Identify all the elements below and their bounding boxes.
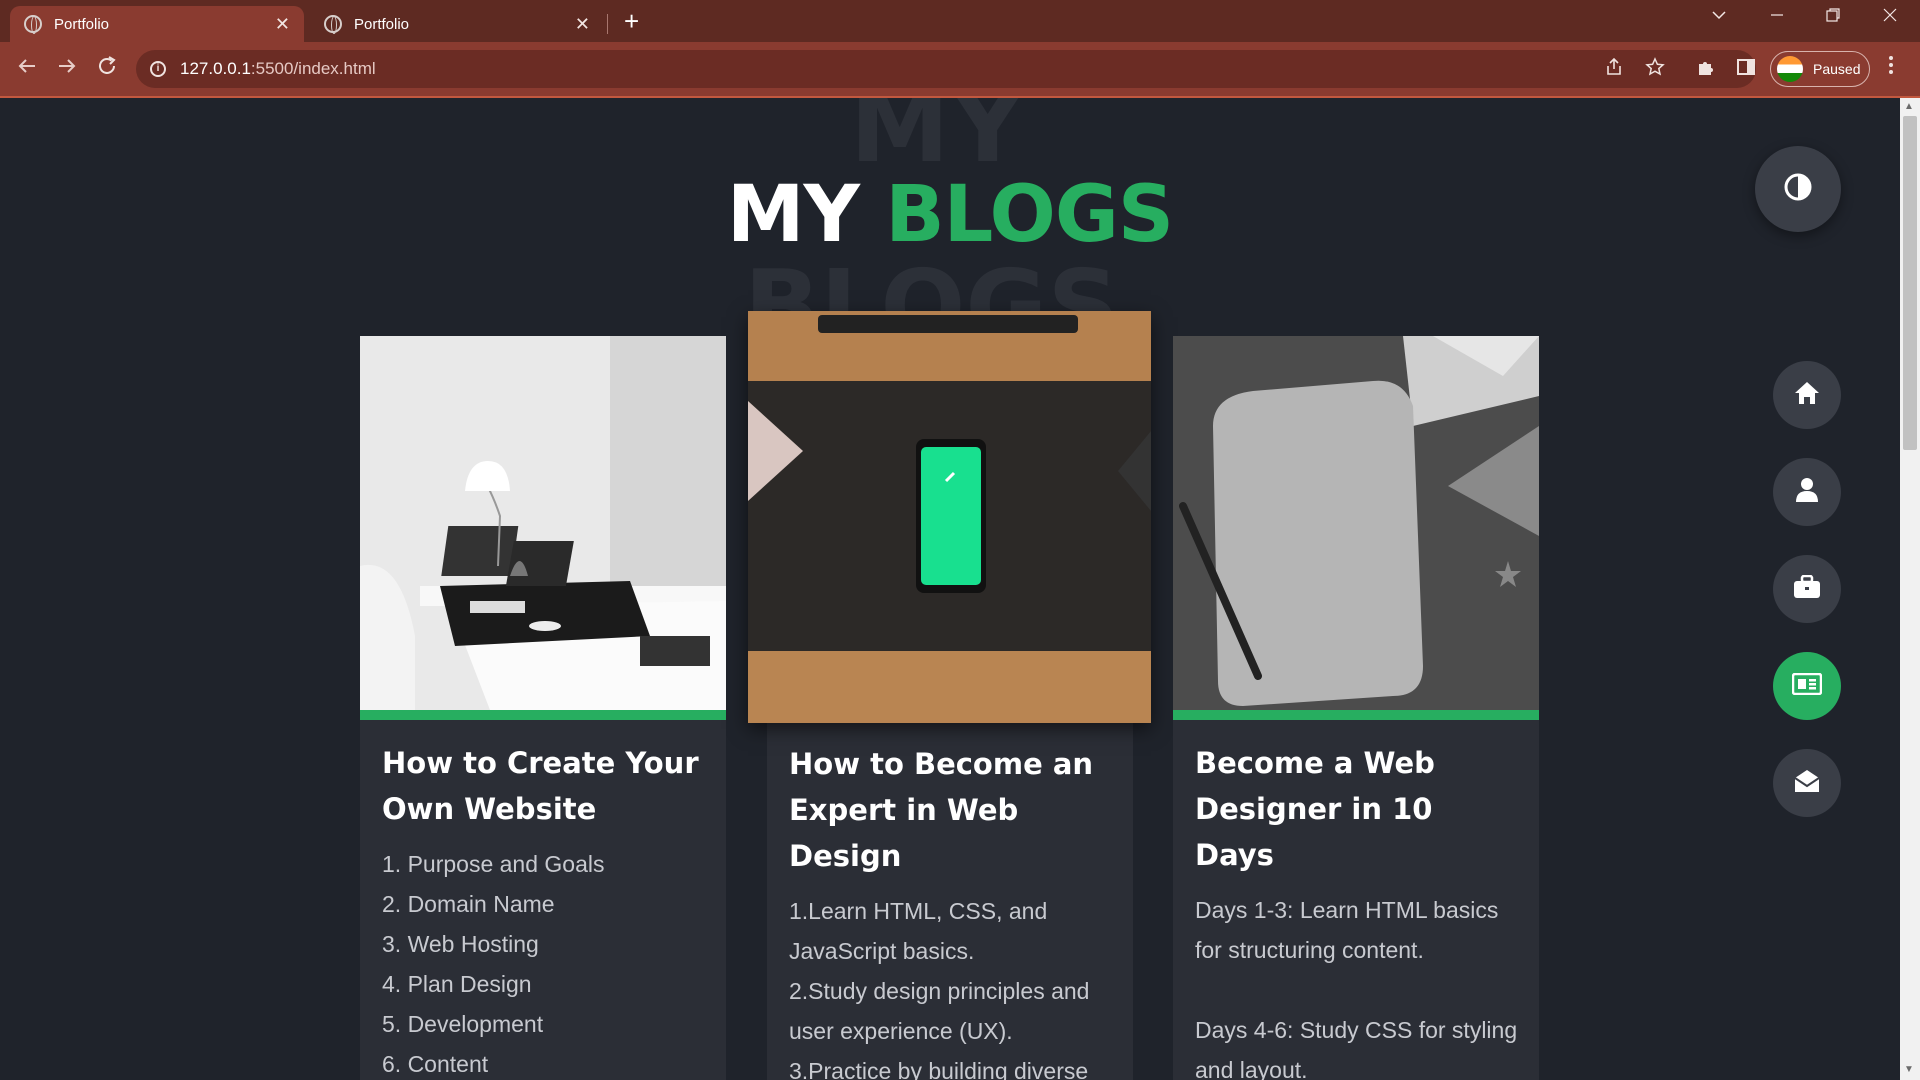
list-item: 3. Web Hosting — [382, 931, 539, 957]
side-panel-icon[interactable] — [1736, 57, 1756, 83]
nav-blogs-button[interactable] — [1773, 652, 1841, 720]
scrollbar-thumb[interactable] — [1903, 116, 1917, 450]
page-viewport: MY BLOGS MY BLOGS How to Create Your Own… — [0, 98, 1900, 1080]
list-item: 4. Plan Design — [382, 971, 532, 997]
contrast-icon — [1783, 172, 1813, 207]
close-window-icon[interactable] — [1881, 6, 1899, 30]
minimize-icon[interactable] — [1768, 6, 1786, 30]
globe-icon — [324, 15, 342, 34]
blog-card-body: How to Create Your Own Website 1. Purpos… — [382, 740, 708, 1080]
nav-contact-button[interactable] — [1773, 749, 1841, 817]
theme-toggle-button[interactable] — [1755, 146, 1841, 232]
address-toolbar: i 127.0.0.1:5500/index.html Paused — [0, 42, 1920, 96]
card-accent-bar — [360, 710, 726, 720]
tab-close-icon[interactable]: ✕ — [575, 14, 590, 35]
list-item: 1.Learn HTML, CSS, and JavaScript basics… — [789, 898, 1048, 964]
browser-tab-strip: Portfolio ✕ Portfolio ✕ + — [0, 0, 1920, 42]
title-first-word: MY — [726, 170, 860, 260]
blog-card-image-notebook — [1173, 336, 1539, 710]
page-title: MY BLOGS — [0, 170, 1900, 260]
url-host: 127.0.0.1 — [180, 59, 251, 78]
list-item: 3.Practice by building diverse — [789, 1058, 1089, 1080]
tab-title: Portfolio — [54, 15, 110, 33]
home-icon — [1793, 380, 1821, 411]
tab-close-icon[interactable]: ✕ — [275, 14, 290, 35]
url-path: :5500/index.html — [250, 59, 376, 78]
blog-card-image-phone — [748, 311, 1151, 723]
browser-tab-active[interactable]: Portfolio ✕ — [10, 6, 304, 42]
back-arrow-icon[interactable] — [16, 55, 38, 83]
restore-icon[interactable] — [1824, 6, 1842, 30]
list-item: 5. Development — [382, 1011, 544, 1037]
blog-card-title: How to Become an Expert in Web Design — [789, 747, 1094, 873]
profile-status-label: Paused — [1813, 61, 1861, 77]
nav-home-button[interactable] — [1773, 361, 1841, 429]
user-icon — [1795, 477, 1819, 508]
blog-card-body: How to Become an Expert in Web Design 1.… — [789, 741, 1115, 1080]
list-item: 6. Content — [382, 1051, 489, 1077]
browser-tab[interactable]: Portfolio ✕ — [310, 6, 604, 42]
tab-title: Portfolio — [354, 15, 410, 33]
list-item: 2. Domain Name — [382, 891, 555, 917]
title-accent-word: BLOGS — [885, 170, 1174, 260]
newspaper-icon — [1791, 672, 1823, 700]
blog-card[interactable]: Become a Web Designer in 10 Days Days 1-… — [1173, 336, 1539, 1080]
blog-card-list: 1. Purpose and Goals 2. Domain Name 3. W… — [382, 844, 708, 1080]
nav-about-button[interactable] — [1773, 458, 1841, 526]
envelope-open-icon — [1793, 768, 1821, 799]
blog-card-image-desk — [360, 336, 726, 710]
bookmark-star-icon[interactable] — [1645, 57, 1665, 83]
address-bar[interactable]: i 127.0.0.1:5500/index.html — [136, 50, 1756, 88]
profile-avatar — [1777, 56, 1803, 82]
list-item: Days 1-3: Learn HTML basics for structur… — [1195, 897, 1499, 963]
list-item: 2.Study design principles and user exper… — [789, 978, 1090, 1044]
blog-card-list: 1.Learn HTML, CSS, and JavaScript basics… — [789, 891, 1115, 1080]
card-accent-bar — [1173, 710, 1539, 720]
blog-card-title: How to Create Your Own Website — [382, 746, 699, 826]
scroll-up-arrow-icon[interactable]: ▲ — [1904, 101, 1914, 112]
share-icon[interactable] — [1604, 57, 1624, 83]
site-info-icon[interactable]: i — [150, 61, 166, 77]
blog-card-list: Days 1-3: Learn HTML basics for structur… — [1195, 890, 1521, 1080]
forward-arrow-icon[interactable] — [56, 55, 78, 83]
briefcase-icon — [1793, 574, 1821, 604]
tab-search-icon[interactable] — [1710, 6, 1728, 30]
blog-card[interactable]: How to Create Your Own Website 1. Purpos… — [360, 336, 726, 1080]
reload-icon[interactable] — [96, 55, 118, 83]
list-item: Days 4-6: Study CSS for styling and layo… — [1195, 1017, 1518, 1080]
scroll-down-arrow-icon[interactable]: ▼ — [1904, 1064, 1914, 1075]
blog-card-body: Become a Web Designer in 10 Days Days 1-… — [1195, 740, 1521, 1080]
extensions-puzzle-icon[interactable] — [1696, 57, 1716, 83]
browser-menu-icon[interactable] — [1888, 54, 1894, 82]
globe-icon — [24, 15, 42, 34]
profile-button[interactable]: Paused — [1770, 51, 1870, 87]
blog-card-title: Become a Web Designer in 10 Days — [1195, 746, 1435, 872]
nav-portfolio-button[interactable] — [1773, 555, 1841, 623]
list-item: 1. Purpose and Goals — [382, 851, 605, 877]
blog-card[interactable]: How to Become an Expert in Web Design 1.… — [748, 311, 1151, 1080]
new-tab-button[interactable]: + — [624, 6, 639, 37]
tab-separator — [607, 14, 608, 34]
